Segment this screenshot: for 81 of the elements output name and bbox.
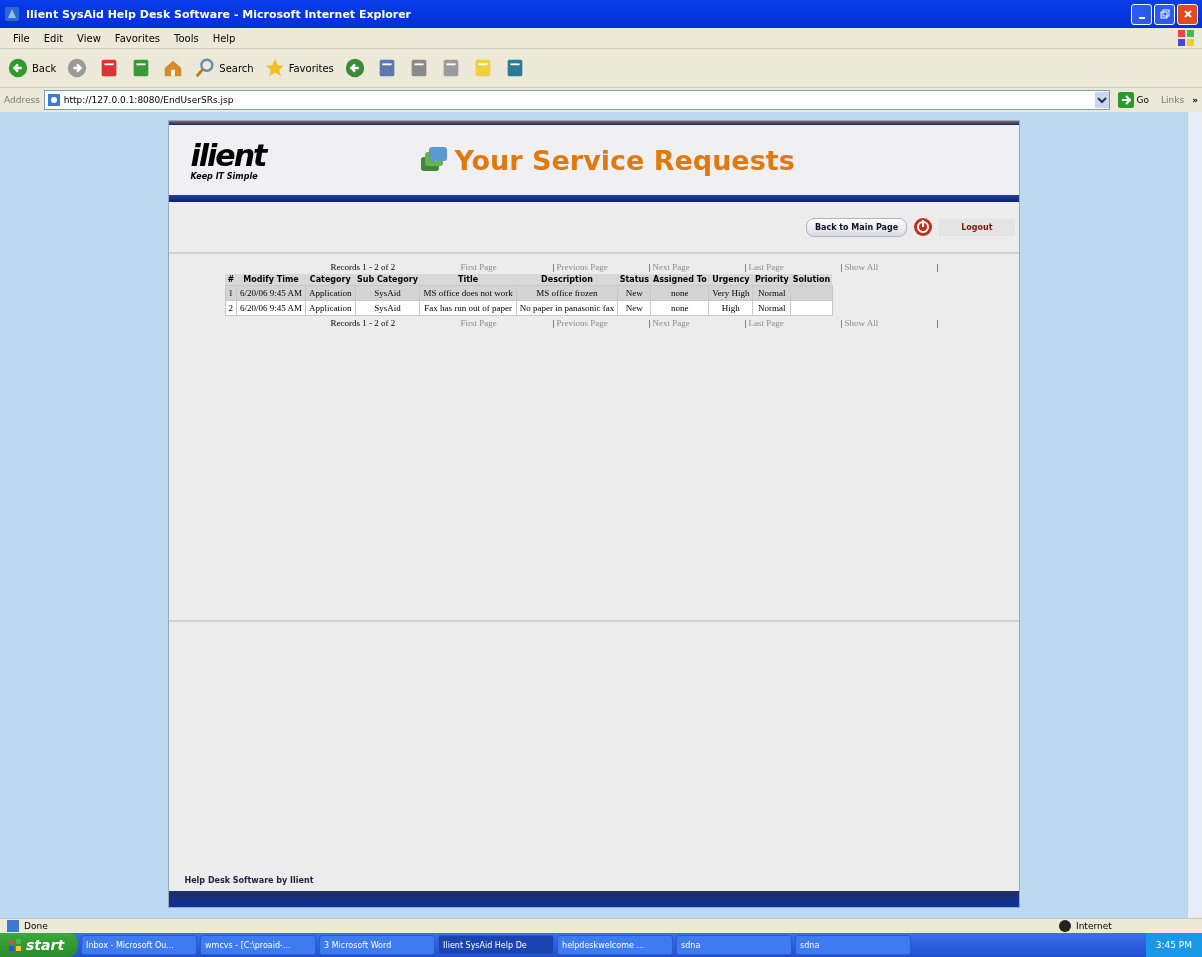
scrollbar[interactable]	[1187, 112, 1202, 918]
separator-text: |	[840, 262, 844, 272]
column-header[interactable]: Title	[419, 274, 517, 286]
column-header[interactable]: Modify Time	[236, 274, 306, 286]
table-cell: Normal	[752, 285, 791, 301]
menu-item[interactable]: Edit	[36, 32, 71, 44]
table-cell: Application	[305, 285, 355, 301]
column-header[interactable]: Solution	[790, 274, 833, 286]
taskbar-button[interactable]: sdna	[676, 935, 793, 955]
zone-label: Internet	[1076, 921, 1113, 931]
restore-button[interactable]	[1154, 3, 1175, 25]
column-header[interactable]: Priority	[752, 274, 791, 286]
clock: 3:45 PM	[1155, 940, 1192, 950]
column-header[interactable]: #	[225, 274, 237, 286]
separator-text: |	[936, 318, 940, 328]
separator-text: |	[840, 318, 844, 328]
go-arrow-icon	[1117, 92, 1134, 108]
status-text: Done	[24, 921, 48, 931]
footer-text: Help Desk Software by Ilient	[184, 875, 314, 885]
more-chevron[interactable]: »	[1192, 95, 1198, 105]
minimize-icon	[1138, 17, 1145, 19]
table-cell: MS office does not work	[419, 285, 517, 301]
company-logo: ilient	[190, 139, 268, 172]
separator-text: |	[936, 262, 940, 272]
separator-text: |	[552, 318, 556, 328]
table-cell: none	[650, 285, 709, 301]
page-icon	[6, 919, 20, 933]
back-to-main-page-button[interactable]: Back to Main Page	[805, 217, 908, 237]
page-icon	[46, 93, 61, 107]
separator-text: |	[744, 318, 748, 328]
logout-button[interactable]: Logout	[939, 218, 1015, 236]
column-header[interactable]: Sub Category	[355, 274, 420, 286]
page-heading: Your Service Requests	[454, 144, 795, 176]
start-button[interactable]: start	[0, 933, 79, 957]
back-button[interactable]: Back	[4, 55, 60, 81]
taskbar-button[interactable]: sdna	[795, 935, 912, 955]
close-button[interactable]	[1177, 3, 1198, 25]
table-cell: SysAid	[355, 285, 420, 301]
taskbar-button[interactable]: Inbox - Microsoft Ou...	[81, 935, 198, 955]
logo-tagline: Keep IT Simple	[190, 171, 259, 181]
restore-icon	[1159, 9, 1170, 19]
separator-text: |	[648, 262, 652, 272]
address-field[interactable]: http://127.0.0.1:8080/EndUserSRs.jsp	[43, 90, 1110, 110]
table-cell: 1	[225, 285, 237, 301]
power-icon	[913, 217, 934, 237]
taskbar-button[interactable]: 3 Microsoft Word	[319, 935, 436, 955]
column-header[interactable]: Description	[516, 274, 618, 286]
go-button[interactable]: Go	[1113, 92, 1154, 108]
separator-text: |	[552, 262, 556, 272]
menu-item[interactable]: Tools	[167, 32, 206, 44]
address-label: Address	[4, 95, 40, 105]
links-label[interactable]: Links	[1157, 95, 1189, 105]
taskbar-button[interactable]: helpdeskwelcome ...	[557, 935, 674, 955]
table-cell: MS office frozen	[516, 285, 618, 301]
records-count: Records 1 - 2 of 2	[330, 318, 397, 328]
menu-item[interactable]: Help	[205, 32, 243, 44]
globe-icon	[1058, 919, 1072, 933]
taskbar-button[interactable]: wmcvs - [C:\proaid-...	[200, 935, 317, 955]
taskbar-button[interactable]: Ilient SysAid Help De	[438, 935, 555, 955]
menu-item[interactable]: View	[70, 32, 108, 44]
favorites-button[interactable]: Favorites	[260, 55, 337, 81]
window-title: Ilient SysAid Help Desk Software - Microsoft Internet Explorer	[26, 7, 413, 21]
search-button[interactable]: Search	[191, 55, 257, 81]
menu-item[interactable]: File	[6, 32, 37, 44]
menu-item[interactable]: Favorites	[107, 32, 167, 44]
close-icon	[1182, 9, 1193, 19]
browser-icon	[4, 6, 20, 22]
windows-flag-icon	[1176, 28, 1196, 48]
column-header[interactable]: Category	[305, 274, 355, 286]
column-header[interactable]: Urgency	[708, 274, 753, 286]
table-cell: 2	[225, 300, 237, 316]
separator-text: |	[648, 318, 652, 328]
minimize-button[interactable]	[1131, 3, 1152, 25]
records-count: Records 1 - 2 of 2	[330, 262, 397, 272]
column-header[interactable]: Status	[617, 274, 651, 286]
table-cell: Very High	[708, 285, 753, 301]
table-cell: New	[617, 285, 651, 301]
table-cell: 6/20/06 9:45 AM	[236, 285, 306, 301]
column-header[interactable]: Assigned To	[650, 274, 709, 286]
separator-text: |	[744, 262, 748, 272]
windows-flag-icon	[8, 938, 22, 952]
